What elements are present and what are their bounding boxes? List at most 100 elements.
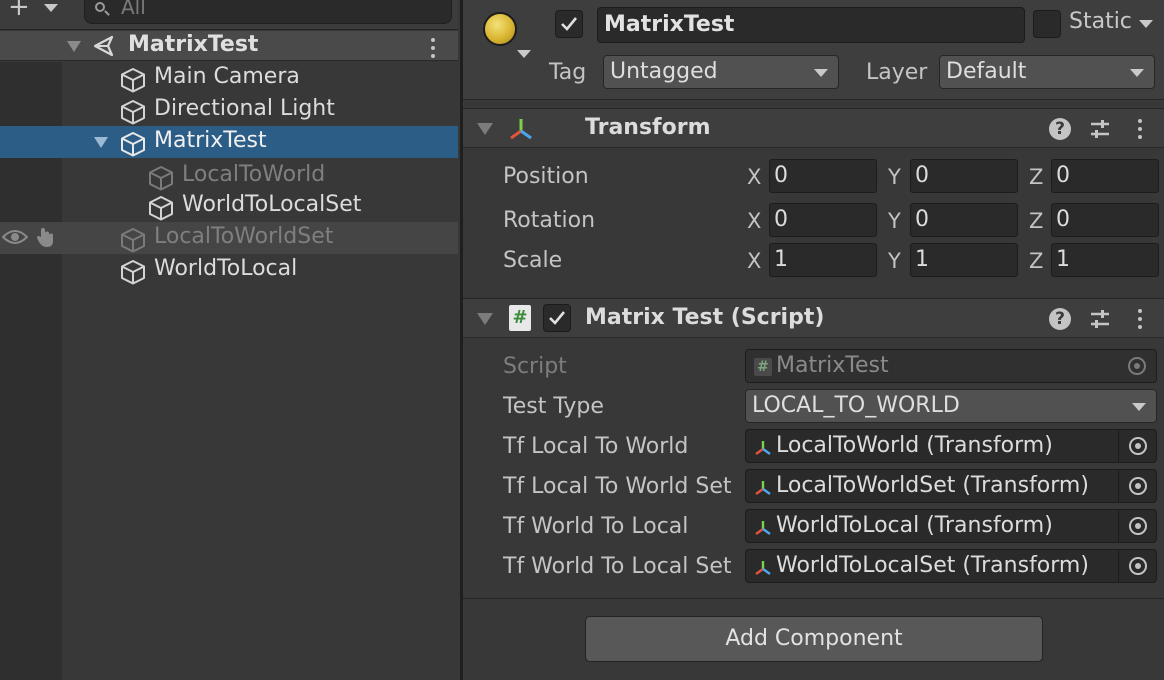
transform-icon bbox=[510, 119, 532, 140]
field-value: WorldToLocalSet (Transform) bbox=[776, 553, 1089, 578]
presets-icon[interactable] bbox=[1089, 118, 1111, 140]
layer-label: Layer bbox=[866, 60, 928, 85]
position-y-field[interactable]: 0 bbox=[910, 159, 1018, 193]
hierarchy-item-label: LocalToWorldSet bbox=[154, 224, 334, 249]
gameobject-icon[interactable] bbox=[483, 12, 517, 46]
chevron-down-icon[interactable] bbox=[517, 50, 531, 58]
chevron-down-icon bbox=[1130, 69, 1144, 77]
axis-z-label[interactable]: Z bbox=[1029, 249, 1043, 273]
component-enabled-checkbox[interactable] bbox=[543, 304, 571, 332]
scene-menu-icon[interactable] bbox=[431, 38, 435, 58]
hierarchy-item-label: Directional Light bbox=[154, 96, 335, 121]
hierarchy-item-localtoworldset[interactable]: LocalToWorldSet bbox=[0, 222, 458, 254]
component-menu-icon[interactable] bbox=[1138, 119, 1142, 139]
script-component-header[interactable]: # Matrix Test (Script) ? bbox=[463, 298, 1164, 338]
transform-component-header[interactable]: Transform ? bbox=[463, 108, 1164, 148]
rotation-y-field[interactable]: 0 bbox=[910, 203, 1018, 237]
object-picker-icon bbox=[1118, 350, 1156, 382]
gameobject-cube-icon bbox=[121, 100, 145, 125]
axis-z-label[interactable]: Z bbox=[1029, 209, 1043, 233]
search-icon bbox=[95, 2, 105, 12]
rotation-z-field[interactable]: 0 bbox=[1051, 203, 1159, 237]
layer-value: Default bbox=[946, 59, 1027, 84]
active-checkbox[interactable] bbox=[555, 10, 583, 38]
object-picker-icon[interactable] bbox=[1118, 470, 1156, 502]
scene-row[interactable]: MatrixTest bbox=[0, 31, 458, 61]
gameobject-cube-icon bbox=[121, 132, 145, 157]
checkmark-icon bbox=[549, 311, 566, 325]
hierarchy-item-worldtolocal[interactable]: WorldToLocal bbox=[0, 254, 458, 286]
script-value: MatrixTest bbox=[776, 353, 889, 378]
foldout-arrow-icon[interactable] bbox=[67, 41, 81, 52]
csharp-script-icon: # bbox=[509, 305, 531, 331]
hierarchy-item-localtoworld[interactable]: LocalToWorld bbox=[0, 160, 458, 192]
field-value: LocalToWorldSet (Transform) bbox=[776, 473, 1089, 498]
field-label: Tf World To Local bbox=[503, 514, 689, 539]
static-checkbox[interactable] bbox=[1033, 10, 1061, 38]
scale-z-field[interactable]: 1 bbox=[1051, 243, 1159, 277]
script-component-title: Matrix Test (Script) bbox=[585, 305, 825, 330]
object-picker-icon[interactable] bbox=[1118, 550, 1156, 582]
plus-icon: + bbox=[8, 0, 30, 22]
presets-icon[interactable] bbox=[1089, 308, 1111, 330]
field-value: WorldToLocal (Transform) bbox=[776, 513, 1053, 538]
tf-local-to-world-field[interactable]: LocalToWorld (Transform) bbox=[745, 429, 1157, 463]
scale-x-field[interactable]: 1 bbox=[769, 243, 877, 277]
hierarchy-item-main-camera[interactable]: Main Camera bbox=[0, 62, 458, 94]
hierarchy-toolbar: + All bbox=[0, 0, 458, 30]
chevron-down-icon[interactable] bbox=[1139, 20, 1153, 28]
pickable-hand-icon[interactable] bbox=[34, 225, 58, 249]
hierarchy-item-label: WorldToLocalSet bbox=[182, 192, 362, 217]
hierarchy-item-label: Main Camera bbox=[154, 64, 300, 89]
help-icon[interactable]: ? bbox=[1049, 118, 1071, 140]
gameobject-cube-icon bbox=[149, 166, 173, 191]
script-field: # MatrixTest bbox=[745, 349, 1157, 383]
transform-title: Transform bbox=[585, 115, 711, 140]
foldout-arrow-icon[interactable] bbox=[477, 313, 493, 325]
object-picker-icon[interactable] bbox=[1118, 510, 1156, 542]
hierarchy-item-matrixtest[interactable]: MatrixTest bbox=[0, 126, 458, 158]
add-component-button[interactable]: Add Component bbox=[585, 616, 1043, 662]
object-picker-icon[interactable] bbox=[1118, 430, 1156, 462]
layer-dropdown[interactable]: Default bbox=[939, 55, 1155, 89]
hierarchy-search-input[interactable]: All bbox=[84, 0, 452, 24]
tf-world-to-local-set-field[interactable]: WorldToLocalSet (Transform) bbox=[745, 549, 1157, 583]
hierarchy-item-directional-light[interactable]: Directional Light bbox=[0, 94, 458, 126]
tf-world-to-local-field[interactable]: WorldToLocal (Transform) bbox=[745, 509, 1157, 543]
help-icon[interactable]: ? bbox=[1049, 308, 1071, 330]
hierarchy-item-worldtolocalset[interactable]: WorldToLocalSet bbox=[0, 190, 458, 222]
transform-icon bbox=[755, 521, 771, 535]
test-type-dropdown[interactable]: LOCAL_TO_WORLD bbox=[745, 389, 1157, 423]
unity-scene-icon bbox=[93, 35, 114, 57]
gameobject-cube-icon bbox=[121, 260, 145, 285]
axis-y-label[interactable]: Y bbox=[888, 249, 901, 273]
create-button[interactable]: + bbox=[8, 0, 64, 24]
script-label: Script bbox=[503, 354, 567, 379]
scale-y-field[interactable]: 1 bbox=[910, 243, 1018, 277]
foldout-arrow-icon[interactable] bbox=[94, 137, 108, 148]
transform-icon bbox=[755, 561, 771, 575]
axis-z-label[interactable]: Z bbox=[1029, 165, 1043, 189]
axis-y-label[interactable]: Y bbox=[888, 165, 901, 189]
rotation-x-field[interactable]: 0 bbox=[769, 203, 877, 237]
tf-local-to-world-set-field[interactable]: LocalToWorldSet (Transform) bbox=[745, 469, 1157, 503]
object-name-input[interactable]: MatrixTest bbox=[597, 7, 1025, 43]
tag-value: Untagged bbox=[610, 59, 718, 84]
component-menu-icon[interactable] bbox=[1138, 309, 1142, 329]
position-z-field[interactable]: 0 bbox=[1051, 159, 1159, 193]
foldout-arrow-icon[interactable] bbox=[477, 123, 493, 135]
static-label[interactable]: Static bbox=[1069, 9, 1132, 34]
tag-dropdown[interactable]: Untagged bbox=[603, 55, 839, 89]
scene-name: MatrixTest bbox=[128, 32, 259, 57]
axis-x-label[interactable]: X bbox=[747, 209, 761, 233]
visibility-eye-icon[interactable] bbox=[2, 228, 28, 246]
gameobject-cube-icon bbox=[121, 228, 145, 253]
hierarchy-item-label: MatrixTest bbox=[154, 128, 267, 153]
axis-y-label[interactable]: Y bbox=[888, 209, 901, 233]
hierarchy-item-label: WorldToLocal bbox=[154, 256, 298, 281]
axis-x-label[interactable]: X bbox=[747, 165, 761, 189]
test-type-label: Test Type bbox=[503, 394, 604, 419]
position-x-field[interactable]: 0 bbox=[769, 159, 877, 193]
axis-x-label[interactable]: X bbox=[747, 249, 761, 273]
field-label: Tf Local To World bbox=[503, 434, 689, 459]
